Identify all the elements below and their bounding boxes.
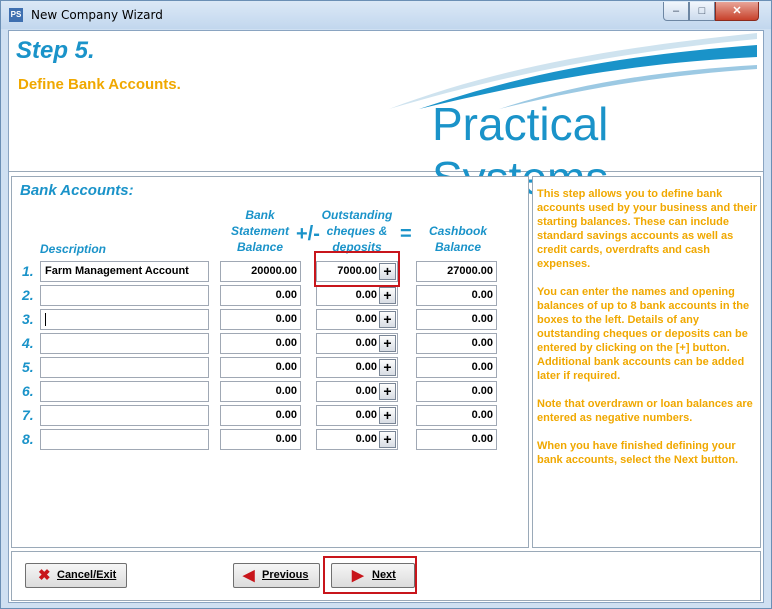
plus-minus-operator: +/- — [296, 223, 320, 245]
app-icon: PS — [9, 8, 23, 22]
cashbook-header-line1: Cashbook — [428, 224, 487, 238]
window-title: New Company Wizard — [31, 8, 163, 22]
description-input-2[interactable] — [40, 285, 209, 306]
outstanding-value-8: 0.00 — [355, 433, 377, 445]
minimize-button[interactable]: – — [663, 2, 689, 21]
outstanding-field-2[interactable]: 0.00 + — [316, 285, 398, 306]
outstanding-field-5[interactable]: 0.00 + — [316, 357, 398, 378]
bank-balance-input-1[interactable]: 20000.00 — [220, 261, 301, 282]
outstanding-value-3: 0.00 — [355, 313, 377, 325]
help-paragraph-3: Note that overdrawn or loan balances are… — [537, 398, 753, 424]
outstanding-value-7: 0.00 — [355, 409, 377, 421]
cashbook-balance-1: 27000.00 — [416, 261, 497, 282]
help-text: This step allows you to define bank acco… — [537, 187, 762, 481]
outstanding-value-6: 0.00 — [355, 385, 377, 397]
row-number: 6. — [22, 383, 34, 399]
add-outstanding-button-7[interactable]: + — [379, 407, 396, 424]
left-arrow-icon: ◀ — [243, 567, 255, 584]
outstanding-header-line2: cheques & — [326, 224, 388, 238]
outstanding-highlight-box — [314, 251, 400, 287]
add-outstanding-button-5[interactable]: + — [379, 359, 396, 376]
outstanding-field-6[interactable]: 0.00 + — [316, 381, 398, 402]
cashbook-balance-3: 0.00 — [416, 309, 497, 330]
add-outstanding-button-6[interactable]: + — [379, 383, 396, 400]
cancel-exit-label: Cancel/Exit — [57, 569, 117, 581]
wizard-header: Step 5. Define Bank Accounts. Practical … — [9, 31, 763, 204]
cashbook-balance-8: 0.00 — [416, 429, 497, 450]
description-input-1[interactable]: Farm Management Account — [40, 261, 209, 282]
button-bar: ✖ Cancel/Exit ◀ Previous ▶ Next — [11, 551, 761, 601]
row-number: 1. — [22, 263, 34, 279]
outstanding-field-3[interactable]: 0.00 + — [316, 309, 398, 330]
equals-operator: = — [400, 223, 412, 245]
outstanding-value-2: 0.00 — [355, 289, 377, 301]
description-input-3[interactable] — [40, 309, 209, 330]
cashbook-balance-6: 0.00 — [416, 381, 497, 402]
outstanding-field-8[interactable]: 0.00 + — [316, 429, 398, 450]
outstanding-value-5: 0.00 — [355, 361, 377, 373]
bank-balance-input-8[interactable]: 0.00 — [220, 429, 301, 450]
bank-balance-input-3[interactable]: 0.00 — [220, 309, 301, 330]
cashbook-header-line2: Balance — [434, 240, 482, 254]
description-input-7[interactable] — [40, 405, 209, 426]
add-outstanding-button-4[interactable]: + — [379, 335, 396, 352]
row-number: 7. — [22, 407, 34, 423]
description-input-4[interactable] — [40, 333, 209, 354]
wizard-window: PS New Company Wizard – □ ✕ Step 5. Defi… — [0, 0, 772, 609]
row-number: 8. — [22, 431, 34, 447]
bank-balance-input-5[interactable]: 0.00 — [220, 357, 301, 378]
bank-accounts-panel: Bank Accounts: Description Bank Statemen… — [11, 176, 529, 548]
previous-label: Previous — [262, 569, 309, 581]
previous-button[interactable]: ◀ Previous — [233, 563, 320, 588]
outstanding-value-4: 0.00 — [355, 337, 377, 349]
text-cursor — [45, 313, 46, 326]
row-number: 4. — [22, 335, 34, 351]
cashbook-header: Cashbook Balance — [416, 223, 500, 255]
add-outstanding-button-3[interactable]: + — [379, 311, 396, 328]
bank-balance-input-6[interactable]: 0.00 — [220, 381, 301, 402]
bank-header-line2: Statement — [230, 224, 289, 238]
help-paragraph-2: You can enter the names and opening bala… — [537, 286, 750, 382]
outstanding-field-4[interactable]: 0.00 + — [316, 333, 398, 354]
outstanding-field-7[interactable]: 0.00 + — [316, 405, 398, 426]
bank-header-line3: Balance — [236, 240, 284, 254]
add-outstanding-button-2[interactable]: + — [379, 287, 396, 304]
description-input-6[interactable] — [40, 381, 209, 402]
help-paragraph-4: When you have finished defining your ban… — [537, 440, 739, 466]
row-number: 2. — [22, 287, 34, 303]
bank-balance-header: Bank Statement Balance — [218, 207, 302, 255]
row-number: 3. — [22, 311, 34, 327]
description-header: Description — [40, 242, 107, 256]
cashbook-balance-7: 0.00 — [416, 405, 497, 426]
bank-header-line1: Bank — [245, 208, 275, 222]
outstanding-header-line1: Outstanding — [321, 208, 393, 222]
bank-balance-input-7[interactable]: 0.00 — [220, 405, 301, 426]
cashbook-balance-4: 0.00 — [416, 333, 497, 354]
cashbook-balance-5: 0.00 — [416, 357, 497, 378]
help-paragraph-1: This step allows you to define bank acco… — [537, 188, 758, 270]
row-number: 5. — [22, 359, 34, 375]
close-button[interactable]: ✕ — [715, 2, 759, 21]
cashbook-balance-2: 0.00 — [416, 285, 497, 306]
cancel-icon: ✖ — [38, 567, 51, 584]
bank-balance-input-4[interactable]: 0.00 — [220, 333, 301, 354]
cancel-exit-button[interactable]: ✖ Cancel/Exit — [25, 563, 127, 588]
description-input-8[interactable] — [40, 429, 209, 450]
outstanding-header: Outstanding cheques & deposits — [312, 207, 402, 255]
title-bar: PS New Company Wizard – □ ✕ — [1, 1, 771, 29]
bank-balance-input-2[interactable]: 0.00 — [220, 285, 301, 306]
wizard-content: Step 5. Define Bank Accounts. Practical … — [8, 30, 764, 603]
help-panel: This step allows you to define bank acco… — [532, 176, 761, 548]
add-outstanding-button-8[interactable]: + — [379, 431, 396, 448]
step-title: Step 5. — [16, 37, 95, 64]
description-input-5[interactable] — [40, 357, 209, 378]
next-highlight-box — [323, 556, 417, 594]
maximize-button[interactable]: □ — [689, 2, 715, 21]
step-subtitle: Define Bank Accounts. — [18, 76, 181, 93]
section-title: Bank Accounts: — [20, 182, 134, 199]
